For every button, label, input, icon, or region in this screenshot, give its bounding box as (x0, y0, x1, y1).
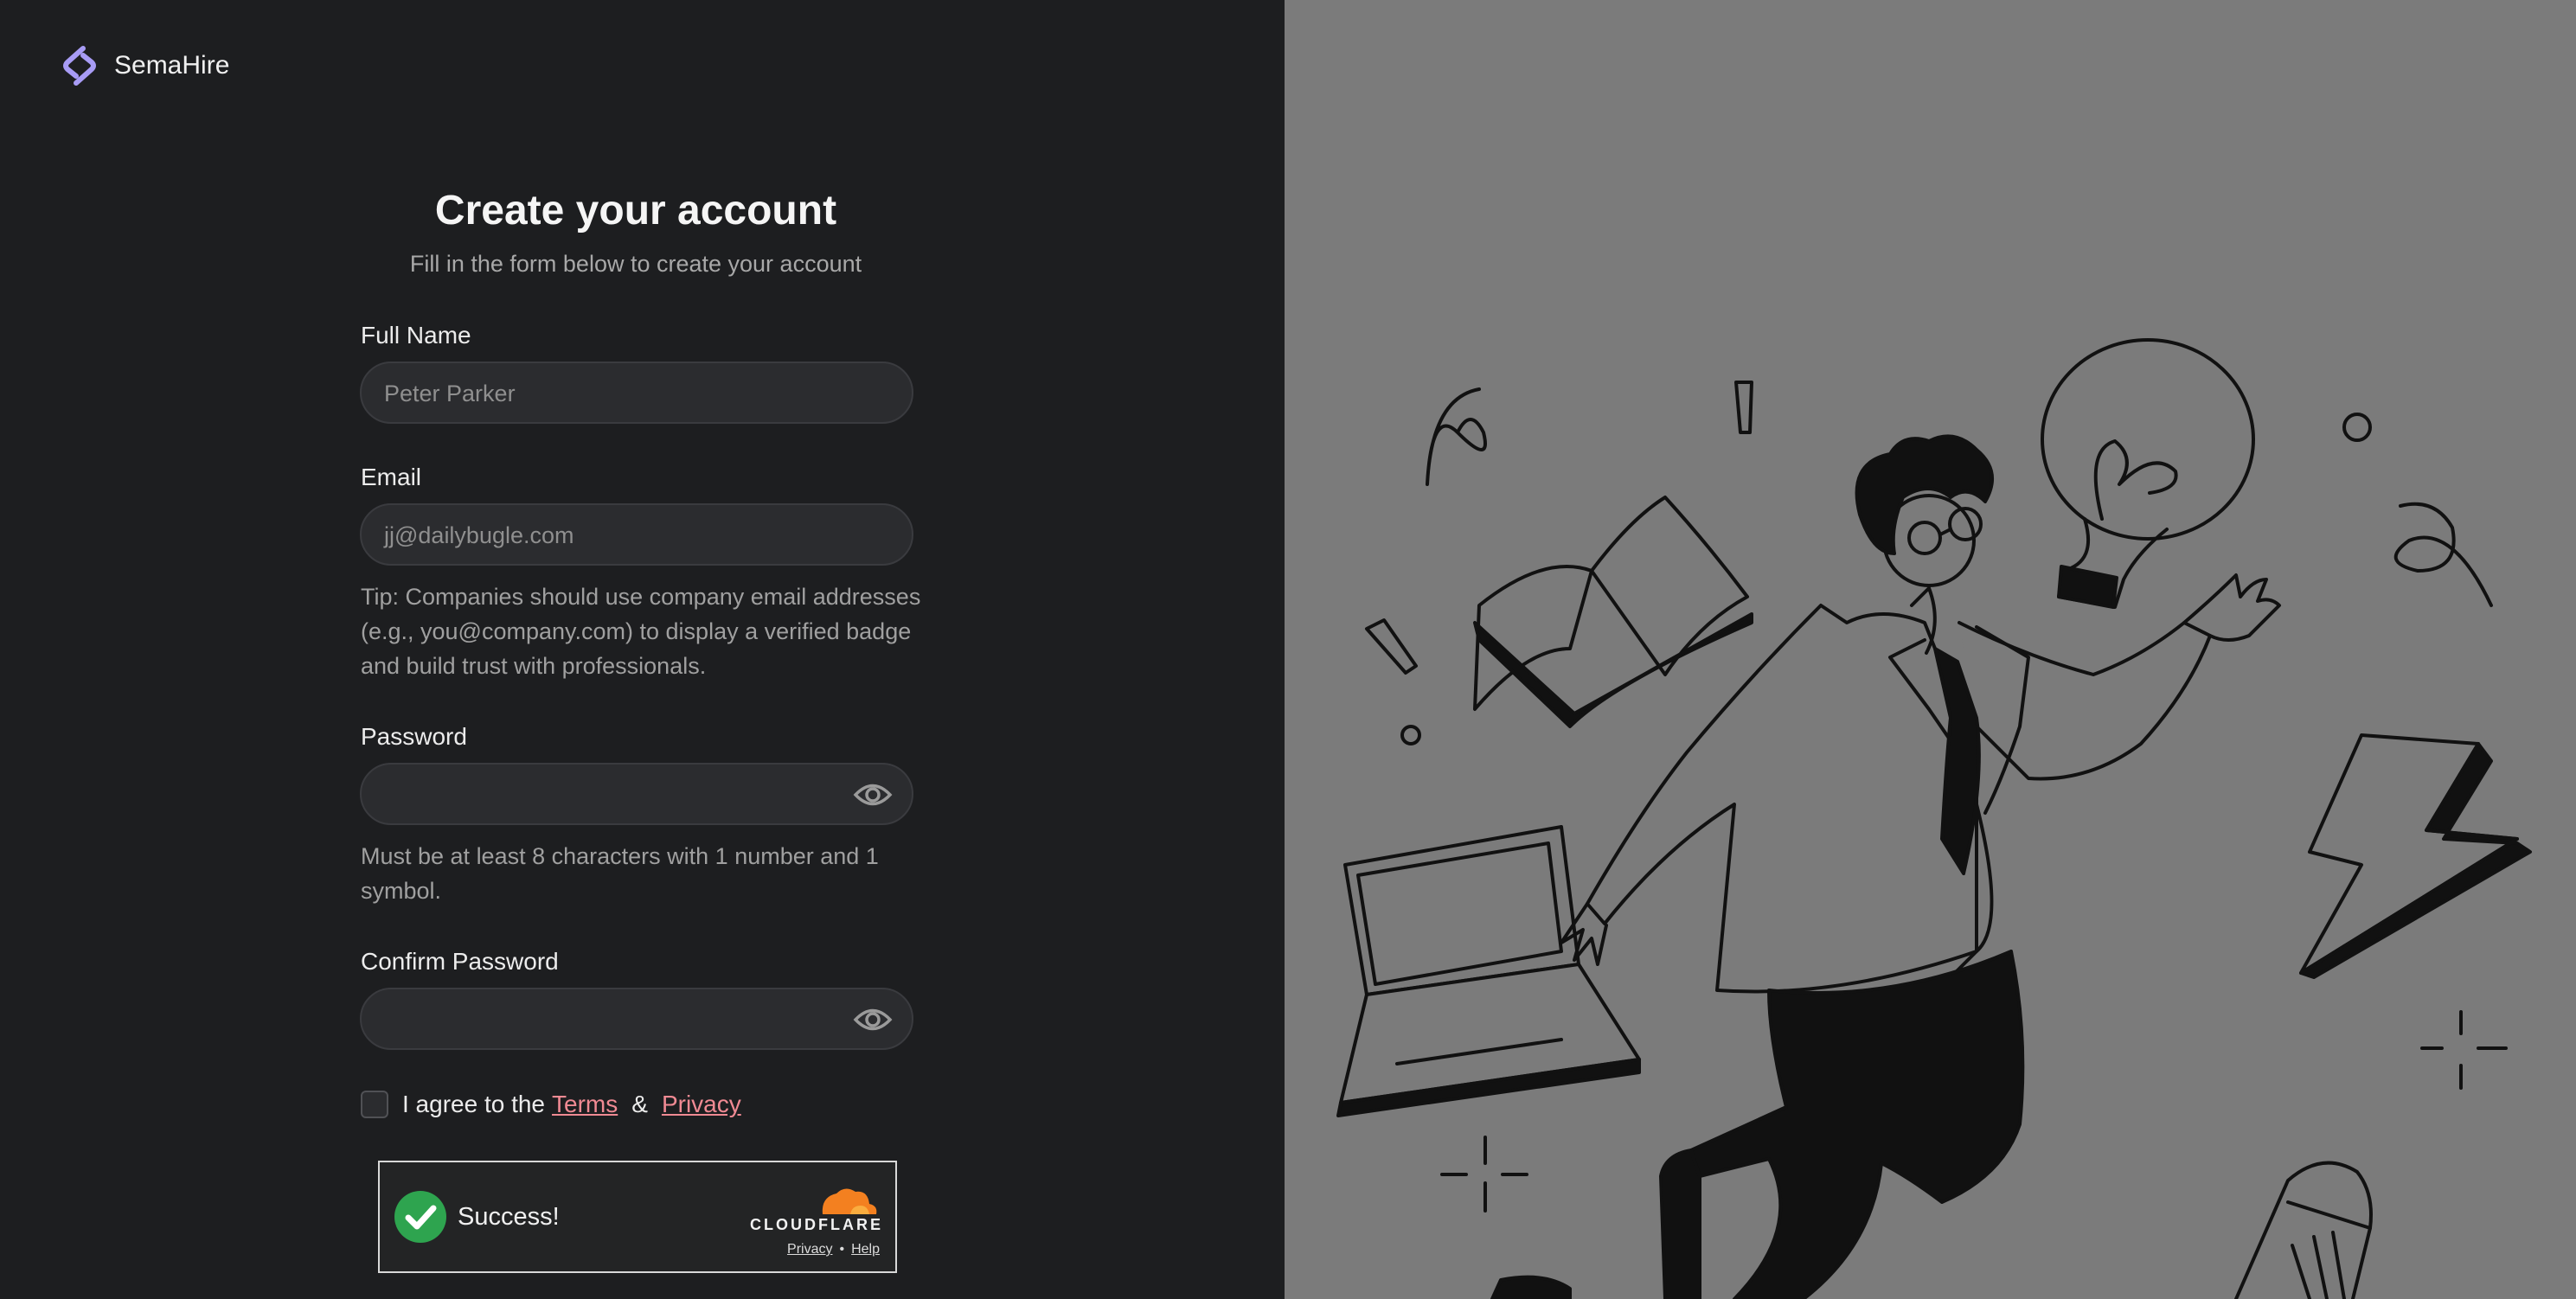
email-tip-line: and build trust with professionals. (361, 653, 707, 679)
eye-icon[interactable] (853, 778, 893, 811)
exclamation-doodle (1365, 618, 1418, 675)
confirm-password-input[interactable] (360, 988, 913, 1050)
person-legs (1689, 950, 2025, 1299)
terms-link[interactable]: Terms (552, 1091, 618, 1118)
page-subtitle: Fill in the form below to create your ac… (409, 251, 862, 277)
circle-doodle (2342, 413, 2372, 442)
success-check-icon (394, 1191, 446, 1243)
agree-checkbox[interactable] (361, 1091, 388, 1118)
email-tip-line: (e.g., you@company.com) to display a ver… (361, 618, 912, 644)
full-name-placeholder: Peter Parker (384, 381, 516, 406)
confirm-password-label: Confirm Password (361, 948, 559, 975)
privacy-link[interactable]: Privacy (662, 1091, 741, 1118)
illustration-panel (1285, 0, 2576, 1299)
email-placeholder: jj@dailybugle.com (384, 522, 574, 548)
email-input[interactable]: jj@dailybugle.com (360, 503, 913, 566)
full-name-input[interactable]: Peter Parker (360, 362, 913, 424)
lightbulb-doodle (2041, 338, 2255, 541)
password-hint: Must be at least 8 characters with 1 num… (361, 839, 923, 908)
password-hint-line: symbol. (361, 878, 442, 904)
agree-text: I agree to the (402, 1091, 546, 1117)
brand-name: SemaHire (114, 51, 230, 80)
brand[interactable]: SemaHire (57, 43, 229, 88)
page-title: Create your account (434, 188, 837, 234)
squiggle-doodle (1426, 387, 1487, 486)
captcha-help-link[interactable]: Help (851, 1242, 880, 1257)
exclamation-doodle (1734, 381, 1753, 434)
person-ideas-illustration (1336, 338, 2532, 1299)
email-tip-line: Tip: Companies should use company email … (361, 584, 921, 610)
circle-doodle (1400, 725, 1421, 745)
sparkle-doodle (1440, 1136, 1528, 1213)
full-name-label: Full Name (361, 322, 471, 349)
semahire-logo-icon (63, 46, 96, 86)
captcha-privacy-link[interactable]: Privacy (787, 1242, 832, 1257)
squiggle-doodle (2393, 502, 2493, 607)
person-jacket (1586, 604, 1994, 994)
cloudflare-wordmark: CLOUDFLARE (750, 1216, 883, 1233)
captcha-widget[interactable]: Success! CLOUDFLARE Privacy • Help (378, 1161, 897, 1273)
email-tip: Tip: Companies should use company email … (361, 579, 923, 683)
password-hint-line: Must be at least 8 characters with 1 num… (361, 843, 879, 869)
signup-panel: SemaHire Create your account Fill in the… (0, 0, 1285, 1299)
captcha-links: Privacy • Help (787, 1242, 880, 1257)
agree-ampersand: & (631, 1091, 648, 1117)
agree-row: I agree to the Terms & Privacy (361, 1091, 748, 1118)
captcha-links-separator: • (839, 1242, 845, 1257)
email-label: Email (361, 464, 422, 490)
sparkle-doodle (2420, 1010, 2508, 1090)
password-input[interactable] (360, 763, 913, 825)
captcha-status: Success! (458, 1203, 560, 1231)
password-label: Password (361, 723, 467, 750)
eye-icon[interactable] (853, 1003, 893, 1036)
